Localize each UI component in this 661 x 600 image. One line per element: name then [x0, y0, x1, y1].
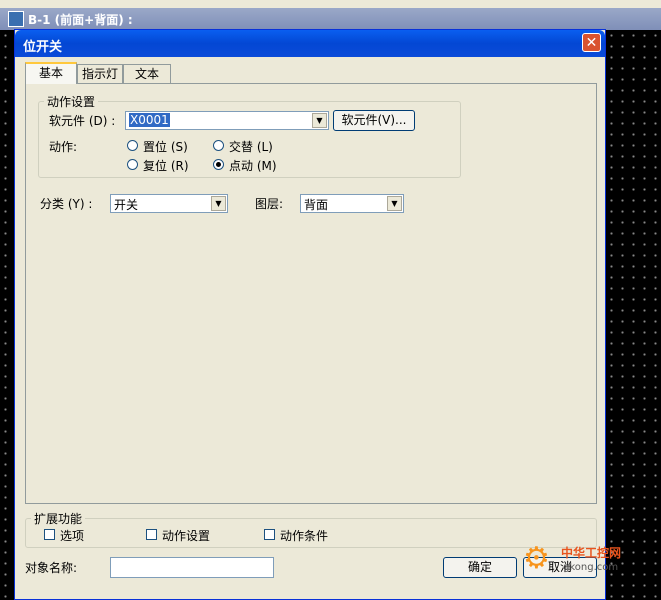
- device-combo[interactable]: X0001 ▼: [125, 111, 329, 130]
- tab-indicator-label: 指示灯: [81, 67, 118, 81]
- device-select-button-label: 软元件(V)...: [341, 113, 407, 127]
- device-select-button[interactable]: 软元件(V)...: [333, 110, 415, 131]
- screen-icon: [8, 11, 24, 27]
- close-icon: ✕: [585, 35, 598, 51]
- radio-alternate-label: 交替 (L): [229, 140, 273, 154]
- radio-set[interactable]: [127, 140, 138, 151]
- tab-basic[interactable]: 基本: [25, 62, 77, 84]
- object-name-label: 对象名称:: [25, 561, 78, 575]
- watermark-brand: 中华工控网: [561, 546, 622, 560]
- canvas-grid-left: [0, 30, 14, 600]
- tab-indicator[interactable]: 指示灯: [77, 64, 123, 83]
- tab-text[interactable]: 文本: [123, 64, 171, 83]
- dialog-titlebar: 位开关 ✕: [15, 30, 605, 57]
- bit-switch-dialog: 位开关 ✕ 基本 指示灯 文本 动作设置 软元件 (D) : X0001 ▼ 软…: [14, 29, 606, 600]
- layer-label: 图层:: [255, 197, 284, 211]
- layer-value: 背面: [304, 198, 329, 212]
- radio-momentary[interactable]: [213, 159, 224, 170]
- ok-button[interactable]: 确定: [443, 557, 517, 578]
- chevron-down-icon[interactable]: ▼: [211, 196, 226, 211]
- close-button[interactable]: ✕: [582, 33, 601, 52]
- watermark: ⚙ 中华工控网 gkong.com: [523, 540, 643, 580]
- options-checkbox-label: 选项: [60, 529, 85, 543]
- options-checkbox[interactable]: [44, 529, 55, 540]
- radio-alternate[interactable]: [213, 140, 224, 151]
- action-settings-checkbox-label: 动作设置: [162, 529, 211, 543]
- action-label: 动作:: [49, 140, 78, 154]
- action-settings-checkbox[interactable]: [146, 529, 157, 540]
- device-value-text: X0001: [129, 113, 170, 127]
- action-conditions-checkbox-label: 动作条件: [280, 529, 329, 543]
- canvas-grid-right: [606, 30, 661, 600]
- category-combo[interactable]: 开关 ▼: [110, 194, 228, 213]
- watermark-url: gkong.com: [563, 562, 619, 573]
- gear-icon: ⚙: [523, 541, 550, 576]
- tab-text-label: 文本: [134, 67, 159, 81]
- extended-functions-group: 扩展功能 选项 动作设置 动作条件: [25, 510, 597, 548]
- action-settings-group-label: 动作设置: [44, 93, 99, 110]
- action-settings-group: 动作设置 软元件 (D) : X0001 ▼ 软元件(V)... 动作: 置位 …: [38, 93, 461, 178]
- chevron-down-icon[interactable]: ▼: [387, 196, 402, 211]
- extended-functions-label: 扩展功能: [31, 510, 86, 527]
- background-window-title: B-1 (前面+背面) :: [28, 13, 133, 27]
- radio-momentary-label: 点动 (M): [229, 159, 277, 173]
- basic-tab-panel: 动作设置 软元件 (D) : X0001 ▼ 软元件(V)... 动作: 置位 …: [25, 83, 597, 504]
- category-value: 开关: [114, 198, 139, 212]
- device-value: X0001: [129, 113, 170, 127]
- radio-reset-label: 复位 (R): [143, 159, 189, 173]
- chevron-down-icon[interactable]: ▼: [312, 113, 327, 128]
- radio-reset[interactable]: [127, 159, 138, 170]
- category-label: 分类 (Y) :: [40, 197, 93, 211]
- dialog-title: 位开关: [23, 40, 63, 55]
- tab-basic-label: 基本: [38, 66, 63, 80]
- object-name-input[interactable]: [110, 557, 274, 578]
- device-label: 软元件 (D) :: [49, 114, 116, 128]
- radio-set-label: 置位 (S): [143, 140, 188, 154]
- background-window-titlebar: B-1 (前面+背面) :: [0, 8, 661, 30]
- action-conditions-checkbox[interactable]: [264, 529, 275, 540]
- layer-combo[interactable]: 背面 ▼: [300, 194, 404, 213]
- ok-button-label: 确定: [467, 560, 492, 574]
